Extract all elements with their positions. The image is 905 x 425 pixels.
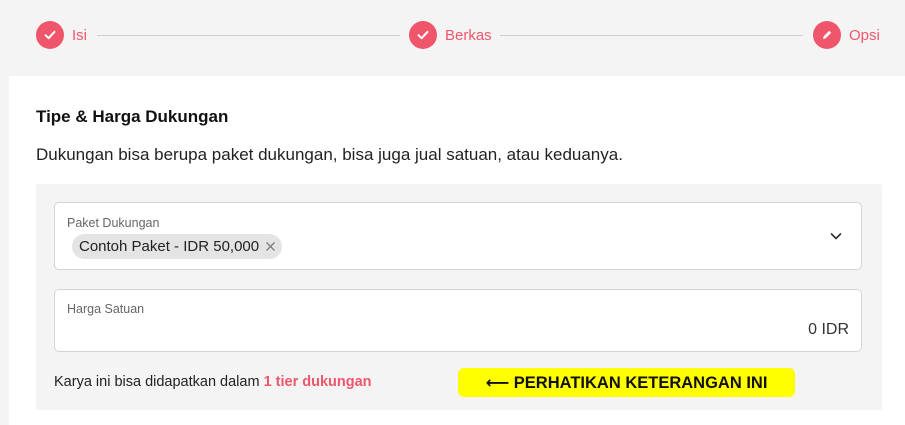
chip-label: Contoh Paket - IDR 50,000	[79, 238, 260, 255]
step-isi[interactable]: Isi	[36, 21, 87, 49]
step-opsi[interactable]: Opsi	[813, 21, 880, 49]
support-options-panel: Paket Dukungan Contoh Paket - IDR 50,000…	[36, 184, 882, 410]
package-select-label: Paket Dukungan	[67, 216, 160, 230]
step-connector	[97, 35, 400, 36]
section-description: Dukungan bisa berupa paket dukungan, bis…	[36, 145, 623, 164]
check-icon	[409, 21, 437, 49]
step-connector	[500, 35, 803, 36]
chevron-down-icon[interactable]	[829, 229, 843, 243]
tier-info-text: Karya ini bisa didapatkan dalam	[54, 374, 264, 390]
package-select[interactable]: Paket Dukungan Contoh Paket - IDR 50,000	[54, 202, 862, 270]
unit-price-field[interactable]: Harga Satuan 0 IDR	[54, 289, 862, 352]
unit-price-value[interactable]: 0 IDR	[808, 321, 849, 339]
selected-package-chip[interactable]: Contoh Paket - IDR 50,000	[72, 234, 283, 259]
support-type-card: Tipe & Harga Dukungan Dukungan bisa beru…	[9, 76, 905, 425]
section-title: Tipe & Harga Dukungan	[36, 107, 229, 126]
check-icon	[36, 21, 64, 49]
pencil-icon	[813, 21, 841, 49]
tier-count-link[interactable]: 1 tier dukungan	[264, 374, 372, 390]
unit-price-label: Harga Satuan	[67, 302, 145, 316]
step-label: Opsi	[849, 26, 880, 44]
tier-info: Karya ini bisa didapatkan dalam 1 tier d…	[54, 374, 372, 390]
stepper: Isi Berkas Opsi	[0, 0, 905, 76]
step-berkas[interactable]: Berkas	[409, 21, 492, 49]
attention-note: ⟵ PERHATIKAN KETERANGAN INI	[458, 368, 795, 397]
step-label: Isi	[72, 26, 87, 44]
step-label: Berkas	[445, 26, 492, 44]
remove-chip-icon[interactable]	[264, 241, 276, 253]
